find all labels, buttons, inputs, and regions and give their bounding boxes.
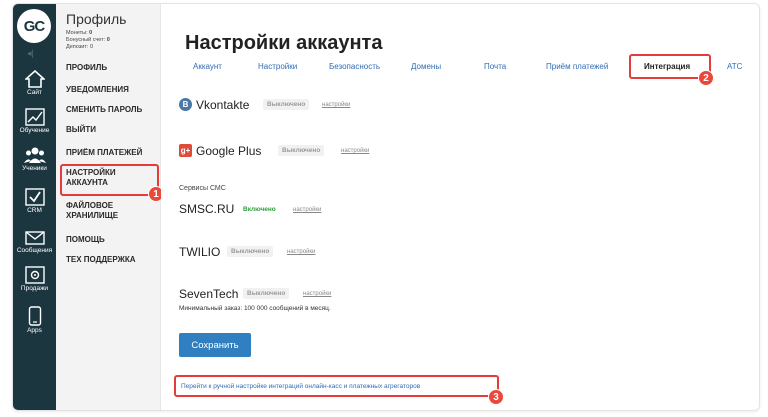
profile-title: Профиль: [66, 11, 127, 27]
rail-item-sales[interactable]: Продажи: [13, 266, 56, 292]
vk-status-badge: Выключено: [263, 99, 310, 110]
tab-settings[interactable]: Настройки: [258, 62, 297, 71]
google-plus-settings-link[interactable]: настройки: [341, 148, 369, 154]
smsc-status-badge: Включено: [243, 206, 276, 213]
seventech-status-badge: Выключено: [243, 288, 290, 299]
tab-account[interactable]: Аккаунт: [193, 62, 222, 71]
vk-settings-link[interactable]: настройки: [322, 102, 350, 108]
seventech-min-order-note: Минимальный заказ: 100 000 сообщений в м…: [179, 305, 331, 312]
page-title: Настройки аккаунта: [185, 32, 383, 54]
smsc-name: SMSC.RU: [179, 202, 235, 216]
envelope-icon: [24, 231, 45, 245]
sms-services-label: Сервисы СМС: [179, 185, 226, 192]
getcourse-logo[interactable]: GC: [17, 9, 51, 43]
seventech-name: SevenTech: [179, 287, 239, 301]
tab-mail[interactable]: Почта: [484, 62, 506, 71]
twilio-name: TWILIO: [179, 245, 221, 259]
highlight-account-settings: [60, 164, 159, 196]
save-button[interactable]: Сохранить: [179, 333, 251, 357]
seventech-settings-link[interactable]: настройки: [303, 291, 331, 297]
rail-label: Сайт: [27, 89, 42, 96]
callout-badge-3: 3: [488, 389, 504, 405]
rail-item-learning[interactable]: Обучение: [13, 108, 56, 134]
vk-icon: B: [179, 98, 192, 111]
rail-label: Apps: [27, 327, 42, 334]
tab-pbx[interactable]: АТС: [727, 62, 742, 71]
menu-item-logout[interactable]: Выйти: [66, 125, 158, 135]
menu-item-support[interactable]: Тех поддержка: [66, 255, 158, 265]
rail-item-messages[interactable]: Сообщения: [13, 230, 56, 254]
rail-label: CRM: [27, 207, 42, 214]
google-plus-icon: g+: [179, 144, 192, 157]
rail-item-site[interactable]: Сайт: [13, 70, 56, 96]
menu-item-payments[interactable]: Приём платежей: [66, 148, 158, 158]
coins-stat: Монеты: 0: [66, 30, 93, 36]
rail-item-students[interactable]: Ученики: [13, 146, 56, 172]
tab-security[interactable]: Безопасность: [329, 62, 380, 71]
tab-domains[interactable]: Домены: [411, 62, 441, 71]
rail-label: Продажи: [20, 285, 49, 292]
icon-rail: GC ◂| Сайт Обучение Ученики CRM Сообщени…: [13, 4, 56, 410]
menu-item-notifications[interactable]: Уведомления: [66, 85, 158, 95]
menu-item-help[interactable]: Помощь: [66, 235, 158, 245]
users-icon: [23, 147, 46, 163]
collapse-icon[interactable]: ◂|: [27, 48, 34, 59]
vk-name: Vkontakte: [196, 98, 250, 112]
twilio-status-badge: Выключено: [227, 246, 274, 257]
twilio-settings-link[interactable]: настройки: [287, 249, 315, 255]
tab-payments[interactable]: Приём платежей: [546, 62, 608, 71]
menu-item-change-password[interactable]: Сменить пароль: [66, 105, 158, 115]
profile-menu: Профиль Монеты: 0 Бонусный счет: 0 Депоз…: [56, 4, 164, 410]
menu-item-profile[interactable]: Профиль: [66, 63, 158, 73]
rail-label: Ученики: [22, 165, 47, 172]
rail-label: Обучение: [19, 127, 50, 134]
phone-icon: [28, 306, 41, 326]
safe-icon: [24, 266, 45, 284]
bonus-stat: Бонусный счет: 0: [66, 37, 110, 43]
highlight-manual-link: [174, 375, 499, 397]
rail-item-crm[interactable]: CRM: [13, 188, 56, 214]
menu-item-file-storage[interactable]: Файловое хранилище: [66, 201, 136, 221]
google-plus-status-badge: Выключено: [278, 145, 325, 156]
crm-check-icon: [24, 188, 45, 206]
main-content: Настройки аккаунта Аккаунт Настройки Без…: [161, 4, 759, 410]
callout-badge-2: 2: [698, 70, 714, 86]
google-plus-name: Google Plus: [196, 144, 262, 158]
app-window: GC ◂| Сайт Обучение Ученики CRM Сообщени…: [12, 3, 760, 411]
rail-item-apps[interactable]: Apps: [13, 306, 56, 334]
home-icon: [24, 70, 45, 88]
chart-icon: [24, 108, 45, 126]
deposit-stat: Депозит: 0: [66, 44, 93, 50]
rail-label: Сообщения: [16, 247, 53, 254]
smsc-settings-link[interactable]: настройки: [293, 207, 321, 213]
